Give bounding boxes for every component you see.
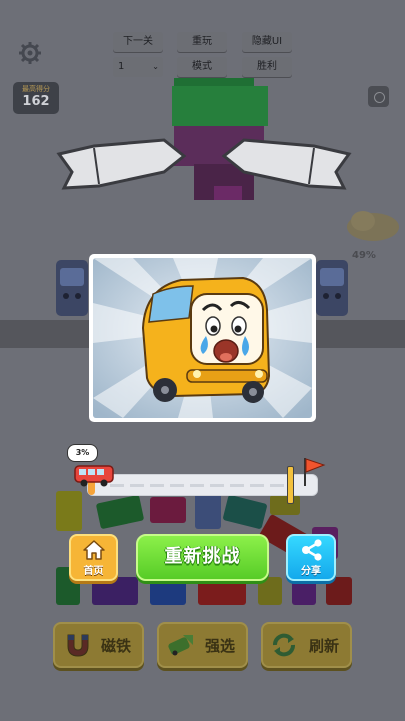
- chevron-down-icon: ⌄: [152, 62, 159, 71]
- level-progress-bar: [87, 474, 318, 496]
- refresh-icon: [273, 633, 295, 657]
- best-score-panel: 最高得分 162: [13, 82, 59, 114]
- best-score-label: 最高得分: [22, 85, 50, 93]
- cloud-icon: [347, 211, 399, 241]
- level-select[interactable]: 1 ⌄: [113, 57, 163, 77]
- powerup-magnet-button[interactable]: 磁铁: [53, 622, 144, 668]
- share-button[interactable]: 分享: [286, 534, 336, 581]
- next-level-button[interactable]: 下一关: [113, 32, 163, 52]
- powerup-force-select-label: 强选: [204, 637, 235, 655]
- force-select-icon: [168, 635, 193, 656]
- share-icon: [302, 539, 322, 561]
- home-button-label: 首页: [83, 566, 104, 577]
- home-icon: [83, 540, 105, 560]
- mode-button[interactable]: 模式: [177, 57, 227, 77]
- crying-bus-illustration: [93, 258, 312, 418]
- parked-bus-right: [316, 260, 348, 316]
- powerup-refresh-label: 刷新: [308, 637, 339, 655]
- powerup-force-select-button[interactable]: 强选: [157, 622, 248, 668]
- fail-popup: [89, 254, 316, 422]
- hide-ui-button[interactable]: 隐藏UI: [242, 32, 292, 52]
- goal-marker: [287, 466, 294, 504]
- level-select-value: 1: [118, 61, 125, 72]
- progress-track-dashes: [110, 484, 287, 487]
- home-button[interactable]: 首页: [69, 534, 118, 581]
- block-stack-and-banner: [56, 78, 352, 200]
- magnet-icon: [67, 634, 89, 657]
- best-score-value: 162: [22, 94, 50, 109]
- replay-button[interactable]: 重玩: [177, 32, 227, 52]
- powerup-refresh-button[interactable]: 刷新: [261, 622, 352, 668]
- side-percent-text: 49%: [352, 250, 376, 261]
- share-button-label: 分享: [301, 566, 321, 577]
- parked-bus-left: [56, 260, 88, 316]
- record-icon[interactable]: [368, 86, 389, 107]
- gear-icon[interactable]: [18, 41, 42, 65]
- bus-progress-icon: [74, 465, 114, 487]
- retry-button[interactable]: 重新挑战: [136, 534, 269, 581]
- powerup-magnet-label: 磁铁: [100, 637, 131, 655]
- win-button[interactable]: 胜利: [242, 57, 292, 77]
- finish-flag-icon: [304, 458, 326, 486]
- progress-percent-bubble: 3%: [67, 444, 98, 462]
